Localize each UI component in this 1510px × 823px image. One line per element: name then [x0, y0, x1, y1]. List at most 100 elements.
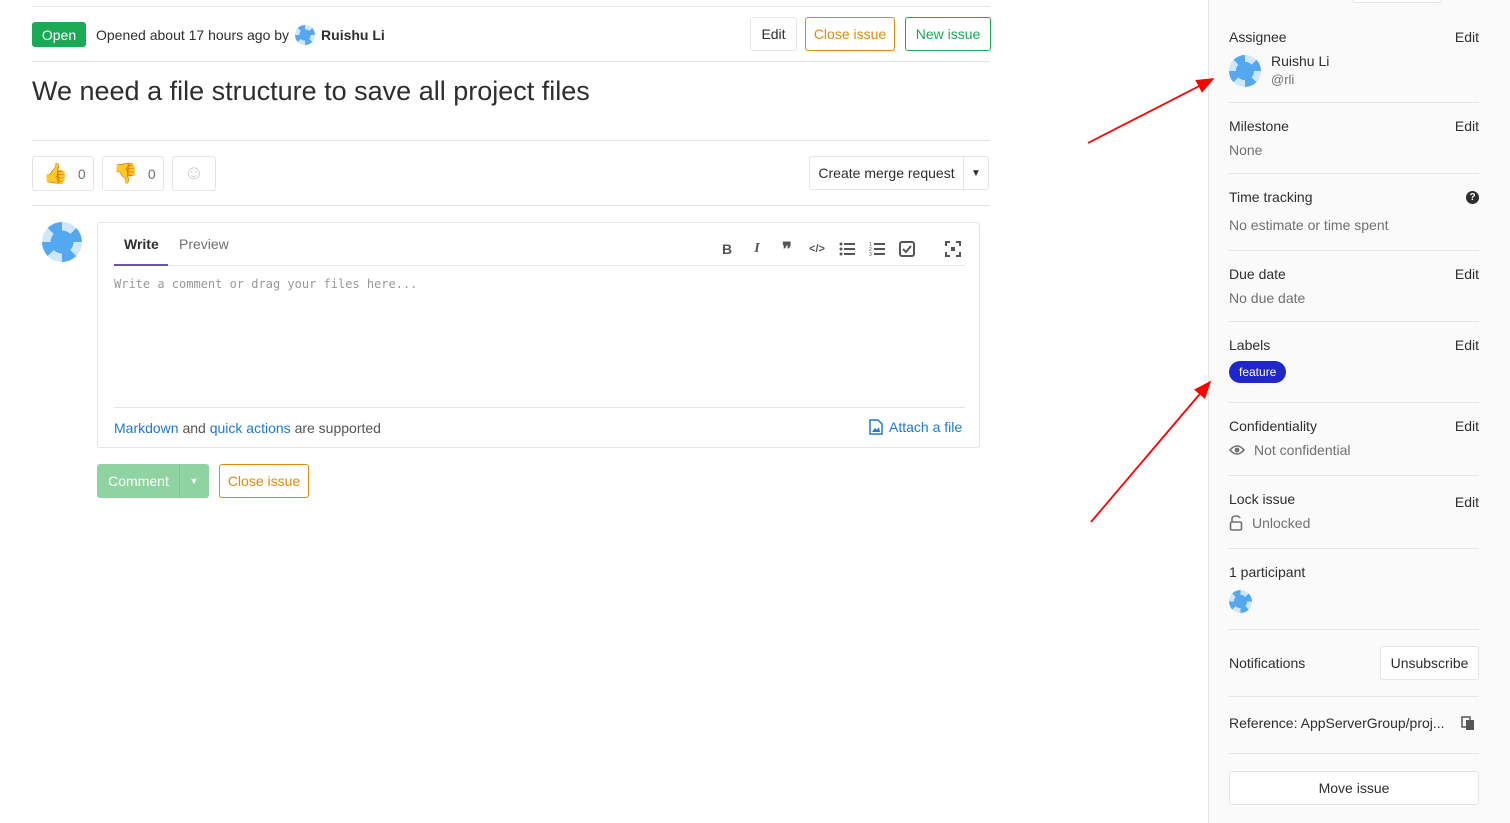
current-user-avatar	[42, 222, 82, 262]
due-date-edit[interactable]: Edit	[1455, 266, 1479, 282]
bold-icon[interactable]: B	[718, 240, 736, 258]
time-tracking-value: No estimate or time spent	[1229, 217, 1389, 233]
divider	[1229, 753, 1479, 754]
move-issue-button[interactable]: Move issue	[1229, 771, 1479, 805]
attach-file-button[interactable]: Attach a file	[869, 419, 962, 435]
image-file-icon	[869, 419, 883, 435]
divider	[32, 205, 990, 206]
reference-block: Reference: AppServerGroup/proj...	[1229, 715, 1479, 735]
quick-actions-link[interactable]: quick actions	[210, 420, 291, 436]
opened-text: Opened about 17 hours ago by	[96, 27, 290, 43]
close-issue-bottom-button[interactable]: Close issue	[219, 464, 309, 498]
add-reaction-button[interactable]: ☺	[172, 156, 216, 191]
comment-dropdown[interactable]: ▼	[179, 464, 209, 498]
author-avatar[interactable]	[295, 25, 316, 45]
caret-down-icon: ▼	[971, 167, 981, 179]
code-icon[interactable]: </>	[808, 240, 826, 258]
assignee-handle: @rli	[1271, 72, 1295, 87]
milestone-edit[interactable]: Edit	[1455, 118, 1479, 134]
thumbs-up-award[interactable]: 👍 0	[32, 156, 94, 191]
lock-title: Lock issue	[1229, 491, 1296, 507]
tab-preview[interactable]: Preview	[179, 236, 229, 252]
copy-icon[interactable]	[1461, 716, 1475, 731]
edit-button[interactable]: Edit	[750, 17, 797, 51]
active-tab-indicator	[114, 264, 168, 266]
divider	[1229, 321, 1479, 322]
quote-icon[interactable]: ❞	[778, 239, 796, 259]
unlock-icon	[1229, 515, 1243, 531]
divider	[1229, 102, 1479, 103]
confidentiality-title: Confidentiality	[1229, 418, 1317, 434]
lock-edit[interactable]: Edit	[1455, 494, 1479, 510]
comment-button[interactable]: Comment	[97, 464, 180, 498]
divider	[32, 6, 990, 7]
divider	[32, 61, 990, 62]
author-name[interactable]: Ruishu Li	[321, 27, 385, 43]
label-feature[interactable]: feature	[1229, 361, 1287, 383]
arrow-to-labels	[1090, 380, 1212, 523]
divider	[1229, 173, 1479, 174]
divider	[32, 140, 990, 141]
new-issue-button[interactable]: New issue	[905, 17, 991, 51]
thumbs-down-count: 0	[147, 165, 156, 182]
editor-footer-divider	[114, 407, 965, 408]
help-icon[interactable]: ?	[1466, 191, 1479, 204]
issue-title: We need a file structure to save all pro…	[32, 76, 590, 106]
task-list-icon[interactable]	[898, 240, 916, 258]
tab-divider	[114, 265, 965, 266]
thumbs-down-award[interactable]: 👎 0	[102, 156, 164, 191]
confidentiality-block: Confidentiality Edit Not confidential	[1229, 418, 1479, 462]
lock-block: Lock issue Edit Unlocked	[1229, 491, 1479, 535]
arrow-to-assignee	[1087, 78, 1215, 144]
smiley-icon: ☺	[183, 162, 205, 184]
divider	[1229, 548, 1479, 549]
due-date-value: No due date	[1229, 290, 1306, 306]
labels-title: Labels	[1229, 337, 1271, 353]
thumbs-up-count: 0	[77, 165, 86, 182]
create-merge-request-button[interactable]: Create merge request	[809, 156, 964, 190]
bullet-list-icon[interactable]	[838, 240, 856, 258]
assignee-edit[interactable]: Edit	[1455, 29, 1479, 45]
participant-avatar[interactable]	[1229, 590, 1252, 613]
milestone-block: Milestone Edit None	[1229, 118, 1479, 158]
divider	[1229, 696, 1479, 697]
merge-request-dropdown[interactable]: ▼	[963, 156, 989, 190]
close-issue-button[interactable]: Close issue	[805, 17, 895, 51]
eye-icon	[1229, 445, 1245, 455]
fullscreen-icon[interactable]	[944, 240, 962, 258]
unsubscribe-button[interactable]: Unsubscribe	[1380, 646, 1479, 680]
svg-text:3: 3	[869, 252, 872, 256]
thumbs-down-icon: 👎	[113, 163, 138, 185]
confidentiality-edit[interactable]: Edit	[1455, 418, 1479, 434]
supported-text: are supported	[294, 420, 381, 436]
time-tracking-title: Time tracking	[1229, 189, 1313, 205]
assignee-block: Assignee Edit Ruishu Li @rli	[1229, 29, 1479, 89]
due-date-block: Due date Edit No due date	[1229, 266, 1479, 306]
sidebar-top-button[interactable]	[1352, 0, 1442, 3]
italic-icon[interactable]: I	[748, 240, 766, 258]
milestone-title: Milestone	[1229, 118, 1289, 134]
divider	[1229, 629, 1479, 630]
labels-block: Labels Edit feature	[1229, 337, 1479, 387]
assignee-title: Assignee	[1229, 29, 1287, 45]
status-badge: Open	[32, 22, 86, 47]
reference-text: Reference: AppServerGroup/proj...	[1229, 715, 1445, 731]
issue-sidebar: Assignee Edit Ruishu Li @rli Milestone E…	[1208, 0, 1510, 823]
tab-write[interactable]: Write	[124, 236, 159, 252]
lock-value: Unlocked	[1252, 515, 1311, 531]
confidentiality-value: Not confidential	[1254, 442, 1351, 458]
comment-textarea[interactable]	[114, 277, 965, 407]
numbered-list-icon[interactable]: 123	[868, 240, 886, 258]
and-text: and	[182, 420, 206, 436]
notifications-block: Notifications Unsubscribe	[1229, 646, 1479, 680]
assignee-name[interactable]: Ruishu Li	[1271, 53, 1329, 69]
markdown-link[interactable]: Markdown	[114, 420, 179, 436]
labels-edit[interactable]: Edit	[1455, 337, 1479, 353]
thumbs-up-icon: 👍	[43, 163, 68, 185]
milestone-value: None	[1229, 142, 1263, 158]
comment-editor: Write Preview B I ❞ </> 123 Markdown and…	[97, 222, 980, 448]
issue-meta: Opened about 17 hours ago by Ruishu Li	[96, 25, 385, 45]
divider	[1229, 475, 1479, 476]
participants-title: 1 participant	[1229, 564, 1306, 580]
assignee-avatar[interactable]	[1229, 55, 1261, 87]
